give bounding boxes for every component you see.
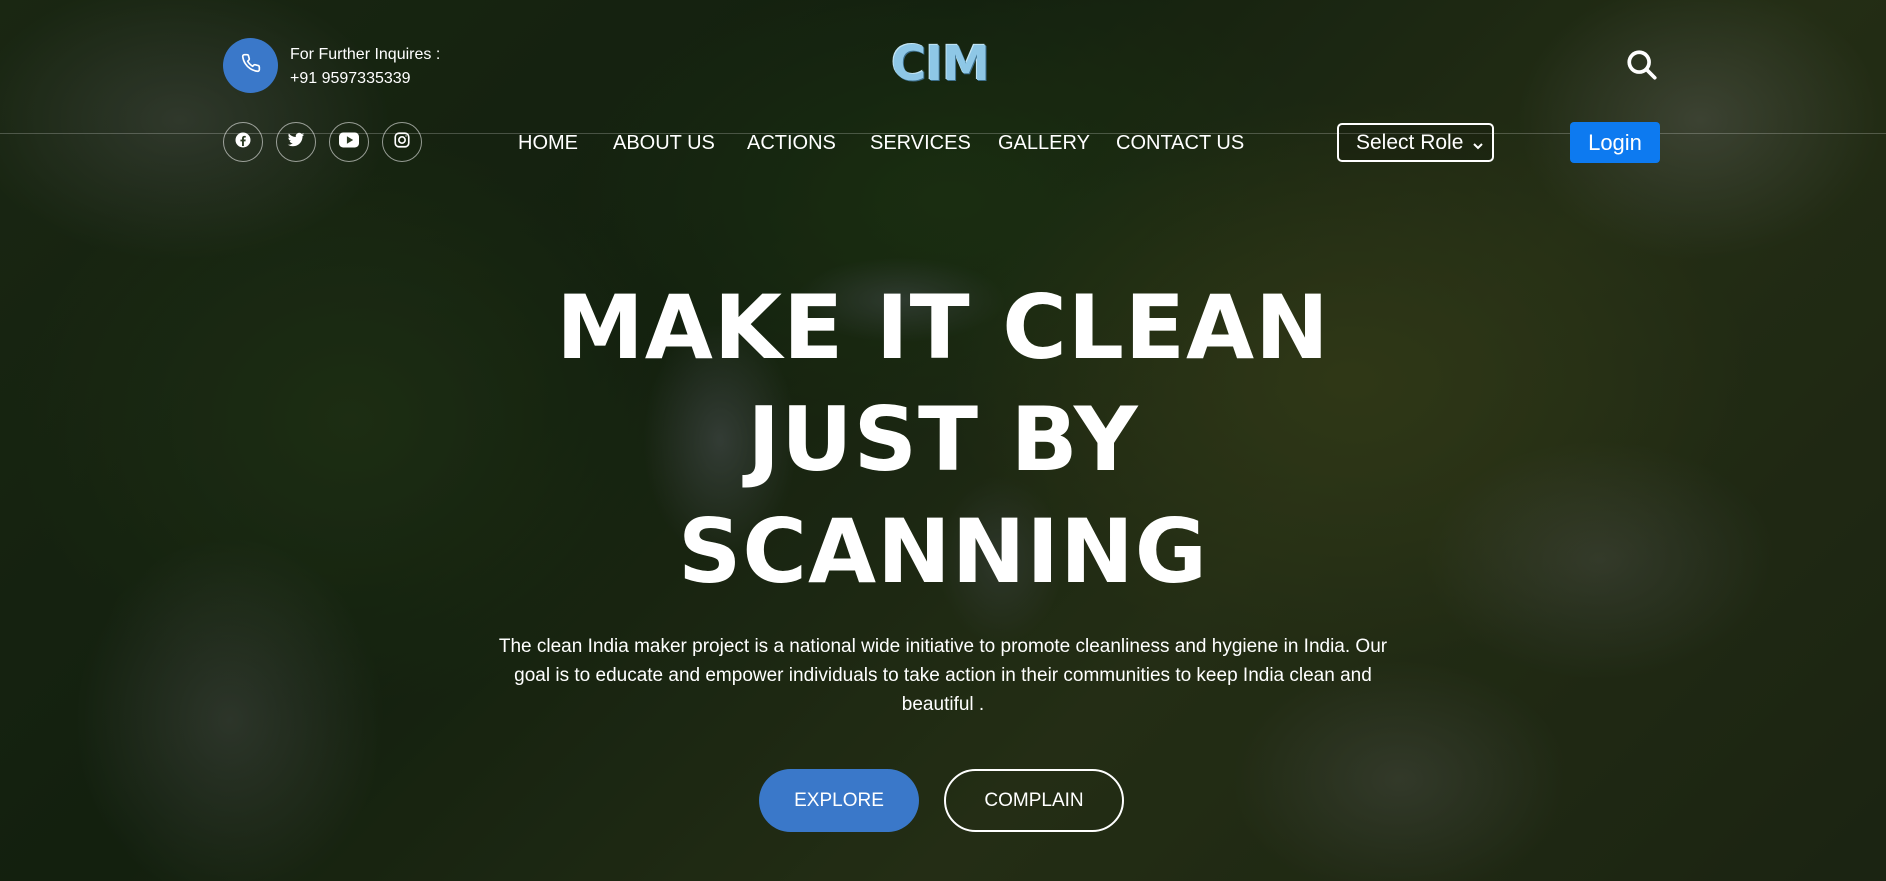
explore-button[interactable]: EXPLORE xyxy=(759,769,919,832)
complain-button[interactable]: COMPLAIN xyxy=(944,769,1124,832)
twitter-icon xyxy=(286,131,306,154)
nav-item-about-us[interactable]: ABOUT US xyxy=(613,130,715,156)
nav-item-contact-us[interactable]: CONTACT US xyxy=(1116,130,1244,156)
hero-title-line-1: MAKE IT CLEAN xyxy=(556,276,1330,379)
contact-phone-number[interactable]: +91 9597335339 xyxy=(290,67,440,91)
search-button[interactable] xyxy=(1625,48,1659,82)
contact-info: For Further Inquires : +91 9597335339 xyxy=(290,43,440,91)
instagram-link[interactable] xyxy=(382,122,422,162)
youtube-link[interactable] xyxy=(329,122,369,162)
chevron-down-icon xyxy=(1472,135,1484,159)
search-icon xyxy=(1625,50,1659,86)
twitter-link[interactable] xyxy=(276,122,316,162)
nav-item-services[interactable]: SERVICES xyxy=(870,130,971,156)
login-button[interactable]: Login xyxy=(1570,122,1660,163)
instagram-icon xyxy=(393,131,411,154)
nav-item-home[interactable]: HOME xyxy=(518,130,578,156)
role-select[interactable]: Select Role xyxy=(1337,123,1494,162)
youtube-icon xyxy=(339,132,359,153)
facebook-icon xyxy=(234,131,252,154)
hero-description: The clean India maker project is a natio… xyxy=(498,636,1388,715)
nav-item-gallery[interactable]: GALLERY xyxy=(998,130,1090,156)
phone-icon xyxy=(241,53,261,78)
site-logo[interactable]: CIM xyxy=(880,36,1000,92)
contact-label: For Further Inquires : xyxy=(290,46,441,63)
nav-item-actions[interactable]: ACTIONS xyxy=(747,130,836,156)
facebook-link[interactable] xyxy=(223,122,263,162)
phone-button[interactable] xyxy=(223,38,278,93)
hero-title-line-2: JUST BY xyxy=(747,388,1139,491)
hero-title-line-3: SCANNING xyxy=(678,500,1208,603)
logo-text: CIM xyxy=(891,36,990,92)
role-select-value: Select Role xyxy=(1356,130,1464,154)
